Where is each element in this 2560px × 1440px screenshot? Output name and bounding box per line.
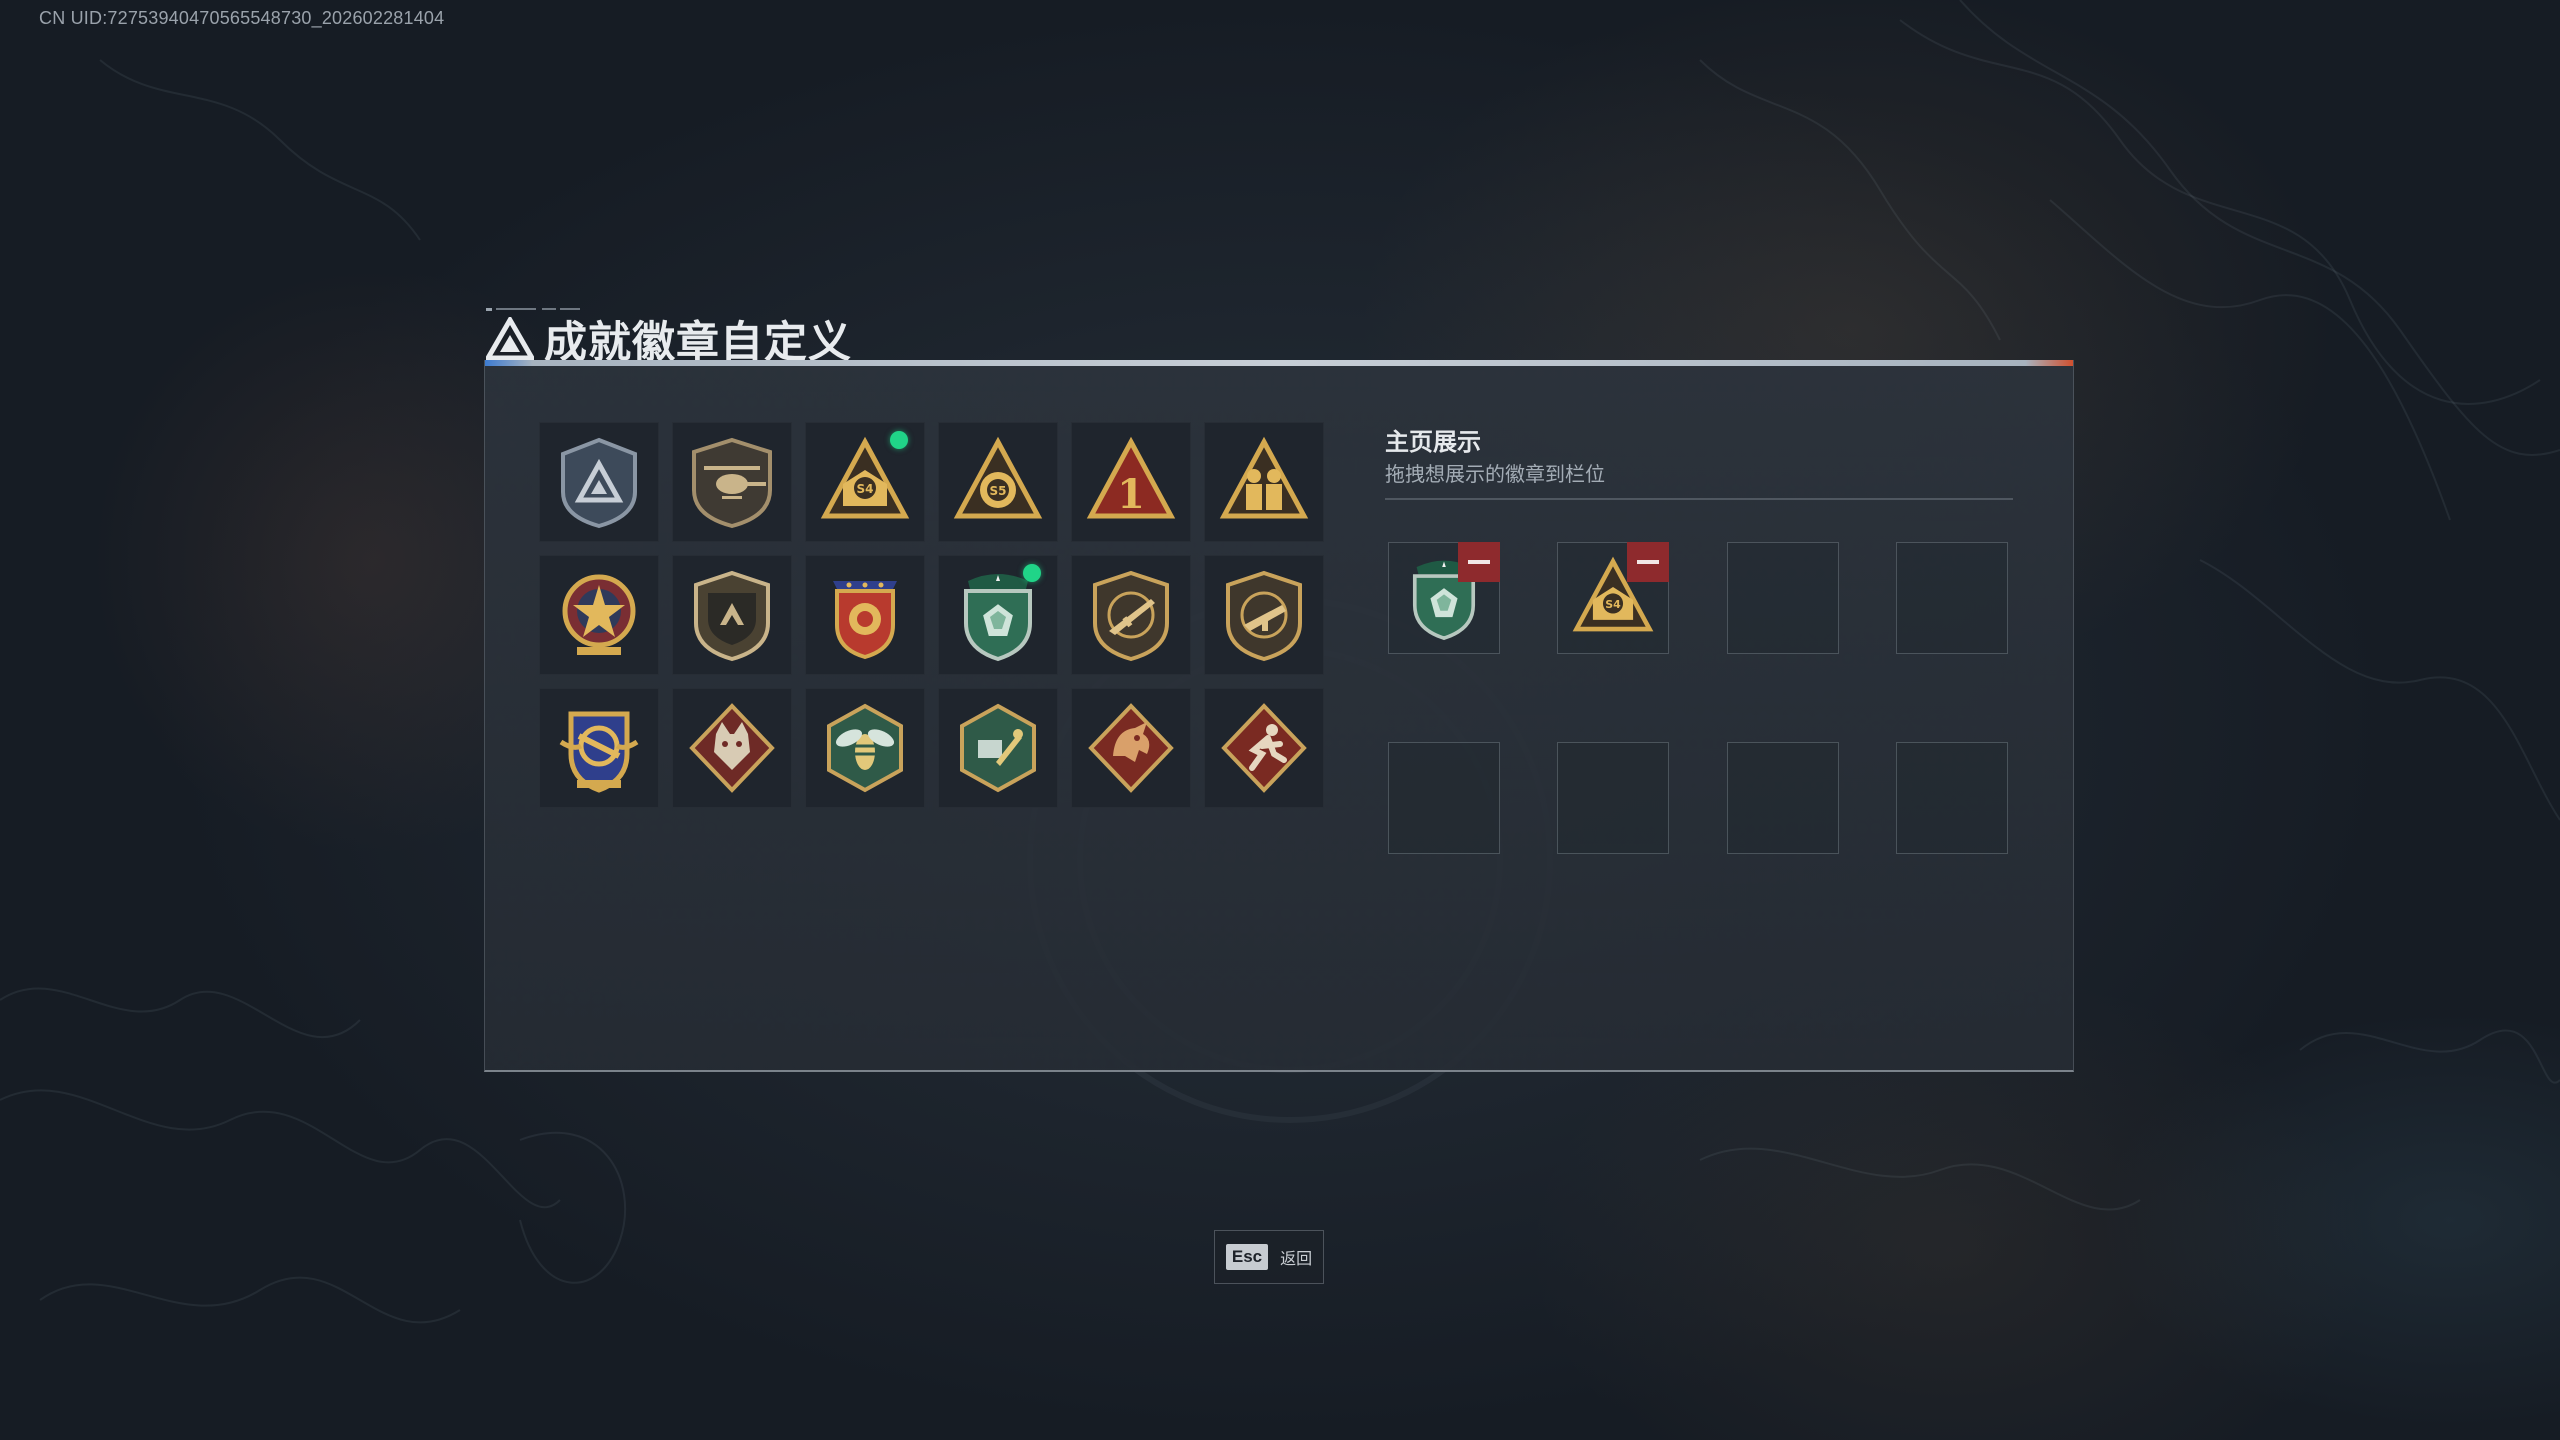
showcase-slot-empty[interactable] [1896, 542, 2008, 654]
showcase-subtitle: 拖拽想展示的徽章到栏位 [1385, 462, 1605, 486]
badge-slot[interactable] [1204, 555, 1324, 675]
badge-slot[interactable]: S5 [938, 422, 1058, 542]
runner-diamond-badge-icon [1221, 703, 1307, 793]
showcase-slot-empty[interactable] [1557, 742, 1669, 854]
s5-season-badge-icon: S5 [953, 436, 1043, 519]
game-screen: CN UID:72753940470565548730_202602281404… [0, 0, 2560, 1440]
new-badge-indicator [1023, 564, 1041, 582]
badge-slot[interactable] [672, 555, 792, 675]
showcase-slot-empty[interactable] [1727, 742, 1839, 854]
showcase-slot-empty[interactable] [1896, 742, 2008, 854]
panel-accent-bar [485, 360, 2073, 366]
svg-text:1: 1 [1117, 471, 1145, 518]
svg-text:S4: S4 [857, 482, 874, 496]
minus-icon [1468, 560, 1490, 564]
badge-customize-panel: S4 S5 1 主页展示 拖拽想展示的徽章到栏位 S4 [484, 360, 2074, 1072]
badge-slot[interactable] [1204, 688, 1324, 808]
minus-icon [1637, 560, 1659, 564]
wolf-diamond-badge-icon [689, 703, 775, 793]
showcase-slot-empty[interactable] [1388, 742, 1500, 854]
badge-slot[interactable] [1071, 688, 1191, 808]
wasp-hexagon-badge-icon [827, 703, 903, 793]
badge-grid: S4 S5 1 [539, 422, 1324, 808]
hand-shield-badge-icon [694, 570, 770, 662]
back-button[interactable]: Esc 返回 [1214, 1230, 1324, 1284]
showcase-divider [1385, 498, 2013, 500]
esc-key-icon: Esc [1225, 1244, 1269, 1270]
badge-slot[interactable]: 1 [1071, 422, 1191, 542]
smg-shield-badge-icon [1226, 570, 1302, 662]
remove-badge-button[interactable] [1627, 542, 1669, 582]
wings-crest-badge-icon [559, 711, 639, 793]
player-uid-label: CN UID:72753940470565548730_202602281404 [39, 8, 445, 28]
badge-slot[interactable] [938, 555, 1058, 675]
badge-slot[interactable] [938, 688, 1058, 808]
showcase-slot-empty[interactable] [1727, 542, 1839, 654]
svg-text:S4: S4 [1605, 598, 1621, 611]
badge-slot[interactable] [539, 422, 659, 542]
soldiers-triangle-badge-icon [1219, 436, 1309, 519]
rifle-shield-badge-icon [1093, 570, 1169, 662]
delta-logo-icon [486, 317, 534, 361]
badge-slot[interactable] [805, 688, 925, 808]
stars-crest-badge-icon [833, 581, 897, 660]
number-one-badge-icon: 1 [1086, 436, 1176, 519]
badge-slot[interactable]: S4 [805, 422, 925, 542]
badge-slot[interactable] [539, 688, 659, 808]
badge-slot[interactable] [672, 688, 792, 808]
dragon-diamond-badge-icon [1088, 703, 1174, 793]
back-label: 返回 [1280, 1249, 1313, 1268]
star-medal-badge-icon [562, 574, 636, 655]
badge-slot[interactable] [672, 422, 792, 542]
badge-slot[interactable] [539, 555, 659, 675]
helicopter-shield-badge-icon [692, 437, 772, 529]
triangle-shield-badge-icon [561, 437, 637, 529]
tools-hexagon-badge-icon [960, 703, 1036, 793]
showcase-title: 主页展示 [1385, 428, 1481, 456]
new-badge-indicator [890, 431, 908, 449]
svg-text:S5: S5 [990, 484, 1007, 498]
remove-badge-button[interactable] [1458, 542, 1500, 582]
showcase-slot[interactable] [1388, 542, 1500, 654]
showcase-slot[interactable]: S4 [1557, 542, 1669, 654]
badge-slot[interactable] [1071, 555, 1191, 675]
badge-slot[interactable] [805, 555, 925, 675]
badge-slot[interactable] [1204, 422, 1324, 542]
